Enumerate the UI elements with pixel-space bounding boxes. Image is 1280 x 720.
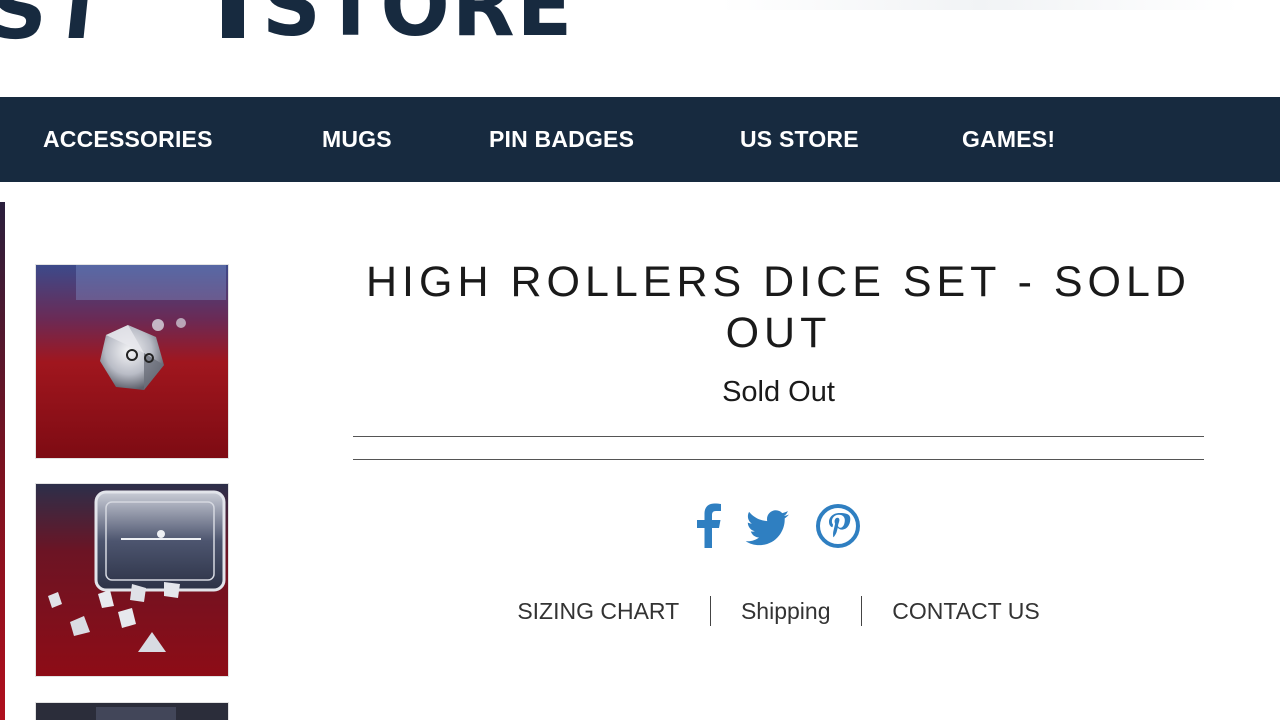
logo-store-text[interactable]: STORE (262, 0, 574, 56)
shipping-link[interactable]: Shipping (741, 598, 831, 625)
sizing-chart-link[interactable]: SIZING CHART (517, 598, 679, 625)
facebook-icon (697, 503, 721, 548)
nav-item-accessories[interactable]: ACCESSORIES (43, 97, 213, 182)
link-separator (709, 596, 711, 626)
product-thumbnail-2[interactable] (35, 483, 229, 677)
page-edge-accent (0, 202, 5, 720)
price-status: Sold Out (722, 376, 835, 408)
nav-item-mugs[interactable]: MUGS (322, 97, 392, 182)
logo-text-fragment[interactable]: ST (0, 0, 115, 57)
product-footer-links: SIZING CHART Shipping CONTACT US (353, 596, 1204, 632)
product-title-line1: HIGH ROLLERS DICE SET - SOLD (366, 258, 1191, 306)
product-title: HIGH ROLLERS DICE SET - SOLD OUT (353, 257, 1204, 359)
site-header: ST STORE (0, 0, 1280, 97)
twitter-icon (745, 510, 789, 546)
dice-photo-image (36, 265, 228, 458)
header-decoration (720, 0, 1240, 10)
nav-item-pin-badges[interactable]: PIN BADGES (489, 97, 634, 182)
pinterest-icon (816, 504, 860, 548)
facebook-share-button[interactable] (694, 500, 722, 552)
pinterest-share-button[interactable] (815, 500, 861, 552)
contact-us-link[interactable]: CONTACT US (892, 598, 1039, 625)
main-nav: ACCESSORIES MUGS PIN BADGES US STORE GAM… (0, 97, 1280, 182)
link-separator (860, 596, 862, 626)
dice-photo-image-3 (36, 703, 228, 720)
logo-divider (222, 0, 244, 38)
dice-tin-photo-image (36, 484, 228, 676)
divider (353, 459, 1204, 460)
nav-item-games[interactable]: GAMES! (962, 97, 1055, 182)
twitter-share-button[interactable] (745, 500, 791, 552)
divider (353, 436, 1204, 437)
nav-item-us-store[interactable]: US STORE (740, 97, 859, 182)
product-thumbnail-3[interactable] (35, 702, 229, 720)
product-thumbnail-1[interactable] (35, 264, 229, 459)
product-title-line2: OUT (725, 309, 832, 357)
